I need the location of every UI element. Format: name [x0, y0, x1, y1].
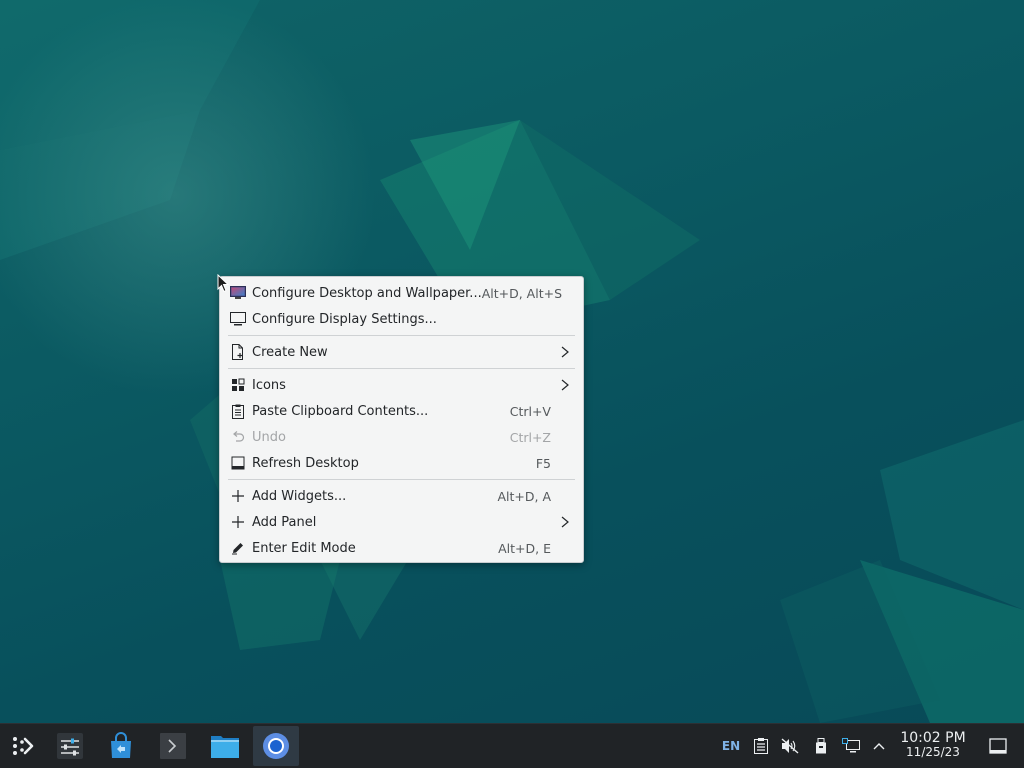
show-desktop-icon — [989, 738, 1007, 754]
menu-item-add-widgets[interactable]: Add Widgets... Alt+D, A — [220, 483, 583, 509]
plus-icon — [230, 514, 246, 530]
new-file-icon — [230, 344, 246, 360]
menu-item-undo[interactable]: Undo Ctrl+Z — [220, 424, 583, 450]
system-settings-button[interactable] — [47, 726, 93, 766]
discover-store-button[interactable] — [98, 726, 144, 766]
menu-item-shortcut: Alt+D, Alt+S — [481, 285, 563, 301]
menu-item-shortcut: Ctrl+Z — [509, 429, 551, 445]
removable-device-icon — [816, 738, 826, 754]
mouse-cursor-icon — [217, 274, 230, 293]
network-icon — [842, 738, 860, 753]
chromium-icon — [263, 733, 289, 759]
menu-item-shortcut: Ctrl+V — [509, 403, 551, 419]
edit-icon — [230, 540, 246, 556]
taskbar: EN 10:02 PM 11/25/23 — [0, 723, 1024, 768]
terminal-icon — [160, 733, 186, 759]
keyboard-layout-indicator[interactable]: EN — [718, 734, 744, 758]
clipboard-tray-icon — [754, 738, 768, 754]
menu-separator — [228, 479, 575, 480]
kde-launcher-icon — [13, 737, 34, 755]
clipboard-icon — [230, 403, 246, 419]
chevron-right-icon — [561, 516, 569, 528]
clock-date: 11/25/23 — [906, 744, 960, 759]
settings-sliders-icon — [57, 733, 83, 759]
network-tray-button[interactable] — [839, 734, 863, 758]
plus-icon — [230, 488, 246, 504]
menu-item-shortcut: F5 — [535, 455, 551, 471]
app-launcher-button[interactable] — [0, 726, 46, 766]
digital-clock[interactable]: 10:02 PM 11/25/23 — [895, 731, 971, 758]
menu-item-add-panel[interactable]: Add Panel — [220, 509, 583, 535]
display-icon — [230, 311, 246, 327]
menu-item-refresh[interactable]: Refresh Desktop F5 — [220, 450, 583, 476]
folder-icon — [211, 736, 239, 758]
menu-item-edit-mode[interactable]: Enter Edit Mode Alt+D, E — [220, 535, 583, 561]
show-desktop-button[interactable] — [986, 734, 1010, 758]
menu-item-label: Add Panel — [252, 514, 317, 530]
volume-tray-button[interactable] — [779, 734, 801, 758]
wallpaper-icon — [230, 285, 246, 301]
clock-time: 10:02 PM — [900, 730, 966, 746]
menu-item-configure-display[interactable]: Configure Display Settings... — [220, 306, 583, 332]
chevron-right-icon — [561, 379, 569, 391]
terminal-button[interactable] — [150, 726, 196, 766]
menu-item-shortcut: Alt+D, E — [498, 540, 551, 556]
chevron-right-icon — [561, 346, 569, 358]
volume-muted-icon — [781, 738, 799, 754]
menu-item-icons[interactable]: Icons — [220, 372, 583, 398]
menu-item-label: Paste Clipboard Contents... — [252, 403, 429, 419]
file-manager-button[interactable] — [202, 726, 248, 766]
expand-tray-icon — [873, 743, 885, 750]
menu-item-label: Add Widgets... — [252, 488, 347, 504]
clipboard-tray-button[interactable] — [750, 734, 772, 758]
menu-item-label: Refresh Desktop — [252, 455, 359, 471]
removable-device-tray-button[interactable] — [810, 734, 832, 758]
chromium-button[interactable] — [253, 726, 299, 766]
store-bag-icon — [111, 732, 131, 758]
undo-icon — [230, 429, 246, 445]
menu-item-label: Undo — [252, 429, 286, 445]
menu-item-paste[interactable]: Paste Clipboard Contents... Ctrl+V — [220, 398, 583, 424]
menu-item-label: Create New — [252, 344, 328, 360]
desktop-context-menu: Configure Desktop and Wallpaper... Alt+D… — [219, 276, 584, 563]
menu-item-label: Configure Display Settings... — [252, 311, 437, 327]
menu-separator — [228, 368, 575, 369]
menu-item-label: Configure Desktop and Wallpaper... — [252, 285, 482, 301]
menu-separator — [228, 335, 575, 336]
menu-item-shortcut: Alt+D, A — [497, 488, 551, 504]
menu-item-create-new[interactable]: Create New — [220, 339, 583, 365]
menu-item-configure-desktop[interactable]: Configure Desktop and Wallpaper... Alt+D… — [220, 280, 583, 306]
menu-item-label: Enter Edit Mode — [252, 540, 356, 556]
refresh-icon — [230, 455, 246, 471]
icons-grid-icon — [230, 377, 246, 393]
expand-tray-button[interactable] — [869, 734, 889, 758]
menu-item-label: Icons — [252, 377, 286, 393]
